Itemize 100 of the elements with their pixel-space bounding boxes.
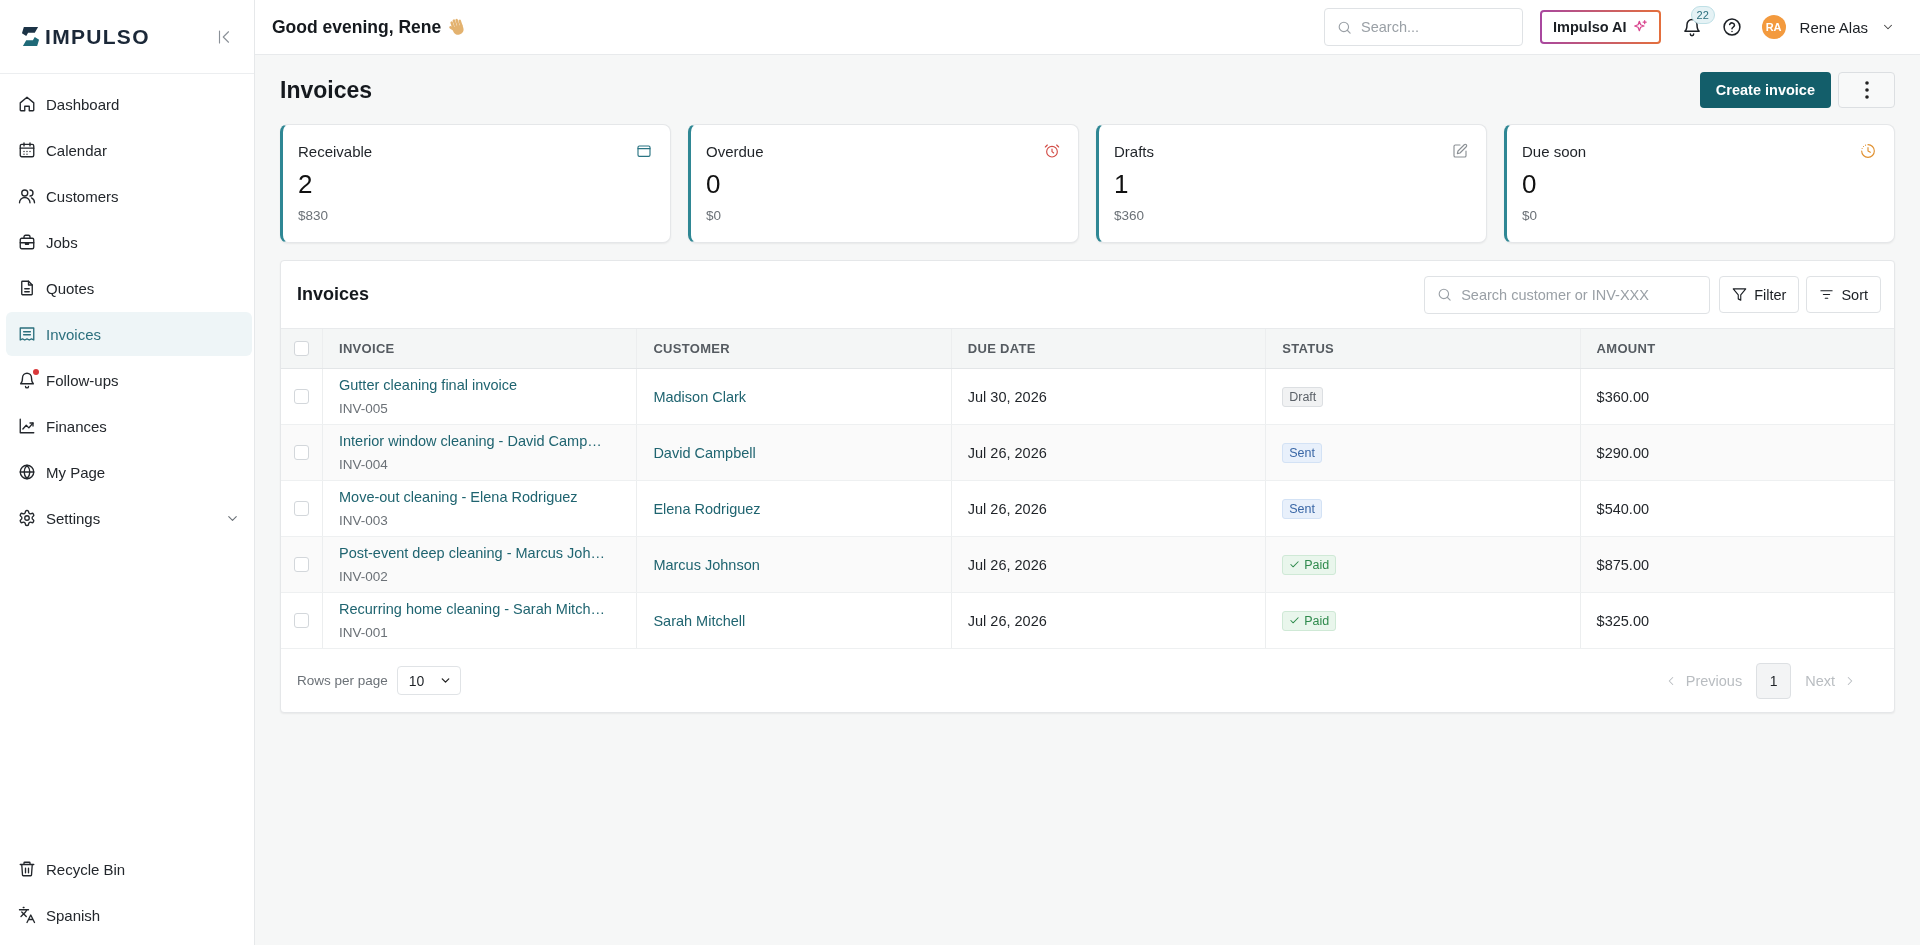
- wallet-icon: [636, 143, 652, 159]
- status-text: Paid: [1304, 612, 1330, 629]
- amount: $325.00: [1596, 612, 1649, 629]
- invoice-number: INV-004: [339, 456, 388, 474]
- invoice-number: INV-002: [339, 568, 388, 586]
- customer-link[interactable]: Elena Rodriguez: [653, 500, 761, 517]
- help-icon[interactable]: [1721, 17, 1742, 37]
- invoice-number: INV-003: [339, 512, 388, 530]
- customer-link[interactable]: Marcus Johnson: [653, 556, 760, 573]
- filter-icon: [1732, 287, 1748, 302]
- bell-icon: [18, 371, 36, 389]
- stat-label: Drafts: [1114, 142, 1154, 160]
- stat-amount: $0: [706, 207, 723, 225]
- status-text: Sent: [1289, 444, 1315, 461]
- invoice-title-link[interactable]: Gutter cleaning final invoice: [339, 375, 518, 395]
- sidebar-nav-item[interactable]: My Page: [6, 450, 252, 494]
- search-field[interactable]: Search customer or INV-XXX: [1424, 275, 1711, 314]
- status-text: Draft: [1289, 388, 1317, 405]
- sidebar-nav-item[interactable]: Recycle Bin: [6, 847, 252, 891]
- stat-label: Receivable: [298, 142, 373, 160]
- stat-amount: $0: [1522, 207, 1539, 225]
- search-icon: [1337, 19, 1353, 35]
- home-icon: [18, 95, 36, 113]
- sidebar-nav-item[interactable]: Finances: [6, 404, 252, 448]
- sort-icon: [1819, 287, 1835, 302]
- rows-per-page-select[interactable]: 10: [396, 666, 461, 695]
- sidebar-nav-item[interactable]: Follow-ups: [6, 358, 252, 402]
- page-title: Invoices: [280, 76, 373, 104]
- sidebar-nav-item[interactable]: Quotes: [6, 266, 252, 310]
- due-date: Jul 26, 2026: [967, 612, 1047, 629]
- ai-assistant-button[interactable]: Impulso AI: [1540, 10, 1661, 44]
- invoice-title-link[interactable]: Recurring home cleaning - Sarah Mitch…: [339, 599, 605, 619]
- amount: $360.00: [1596, 388, 1649, 405]
- invoice-title-link[interactable]: Move-out cleaning - Elena Rodriguez: [339, 487, 578, 507]
- greeting-text: Good evening, Rene: [272, 16, 442, 38]
- invoice-title-link[interactable]: Interior window cleaning - David Camp…: [339, 431, 602, 451]
- more-vertical-icon: [1864, 81, 1869, 99]
- calendar-icon: [18, 141, 36, 159]
- bell-icon[interactable]: [1681, 17, 1702, 37]
- stat-label: Due soon: [1522, 142, 1587, 160]
- column-header[interactable]: INVOICE: [339, 341, 395, 356]
- globe-icon: [18, 463, 36, 481]
- clock-icon: [1860, 143, 1876, 159]
- due-date: Jul 26, 2026: [967, 556, 1047, 573]
- sidebar-nav-item[interactable]: Invoices: [6, 312, 252, 356]
- stat-amount: $830: [298, 207, 330, 225]
- customer-link[interactable]: Sarah Mitchell: [653, 612, 746, 629]
- logo-mark-icon: [21, 26, 40, 47]
- row-checkbox[interactable]: [294, 501, 309, 516]
- stat-value: 0: [706, 168, 722, 200]
- stat-value: 2: [298, 168, 314, 200]
- check-icon: [1289, 559, 1301, 570]
- invoice-number: INV-001: [339, 624, 388, 642]
- stat-value: 0: [1522, 168, 1538, 200]
- settings-icon: [18, 509, 36, 527]
- invoice-number: INV-005: [339, 400, 388, 418]
- receipt-icon: [18, 325, 36, 343]
- trash-icon: [18, 860, 36, 878]
- alarm-clock-icon: [1044, 143, 1060, 159]
- stat-label: Overdue: [706, 142, 764, 160]
- search-icon: [1437, 287, 1453, 302]
- sidebar-nav-item[interactable]: Customers: [6, 174, 252, 218]
- user-name[interactable]: Rene Alas: [1799, 18, 1868, 36]
- search-field[interactable]: Search...: [1324, 8, 1524, 46]
- filter-button[interactable]: Filter: [1719, 276, 1800, 313]
- sidebar-nav-item[interactable]: Dashboard: [6, 82, 252, 126]
- check-icon: [1289, 615, 1301, 626]
- edit-icon: [1452, 143, 1468, 159]
- column-header[interactable]: CUSTOMER: [653, 341, 730, 356]
- document-icon: [18, 279, 36, 297]
- briefcase-icon: [18, 233, 36, 251]
- stat-value: 1: [1114, 168, 1130, 200]
- people-icon: [18, 187, 36, 205]
- sidebar-nav-item[interactable]: Spanish: [6, 893, 252, 937]
- column-header[interactable]: AMOUNT: [1596, 341, 1656, 356]
- sidebar-nav-item[interactable]: Calendar: [6, 128, 252, 172]
- sort-button[interactable]: Sort: [1806, 276, 1881, 313]
- sidebar-nav-item[interactable]: Jobs: [6, 220, 252, 264]
- select-all-checkbox[interactable]: [294, 341, 309, 356]
- row-checkbox[interactable]: [294, 389, 309, 404]
- column-header[interactable]: STATUS: [1282, 341, 1335, 356]
- customer-link[interactable]: David Campbell: [653, 444, 756, 461]
- due-date: Jul 26, 2026: [967, 500, 1047, 517]
- due-date: Jul 26, 2026: [967, 444, 1047, 461]
- more-options-button[interactable]: [1838, 72, 1895, 108]
- panel-title: Invoices: [297, 284, 370, 305]
- column-header[interactable]: DUE DATE: [967, 341, 1036, 356]
- create-invoice-button[interactable]: Create invoice: [1699, 72, 1831, 108]
- amount: $540.00: [1596, 500, 1649, 517]
- row-checkbox[interactable]: [294, 557, 309, 572]
- amount: $875.00: [1596, 556, 1649, 573]
- invoice-title-link[interactable]: Post-event deep cleaning - Marcus Joh…: [339, 543, 605, 563]
- notification-badge: 22: [1690, 6, 1715, 24]
- translate-icon: [18, 906, 36, 924]
- brand-name: IMPULSO: [45, 24, 150, 49]
- row-checkbox[interactable]: [294, 445, 309, 460]
- sidebar-nav-item[interactable]: Settings: [6, 496, 252, 540]
- page-number-button[interactable]: 1: [1756, 662, 1792, 699]
- row-checkbox[interactable]: [294, 613, 309, 628]
- customer-link[interactable]: Madison Clark: [653, 388, 747, 405]
